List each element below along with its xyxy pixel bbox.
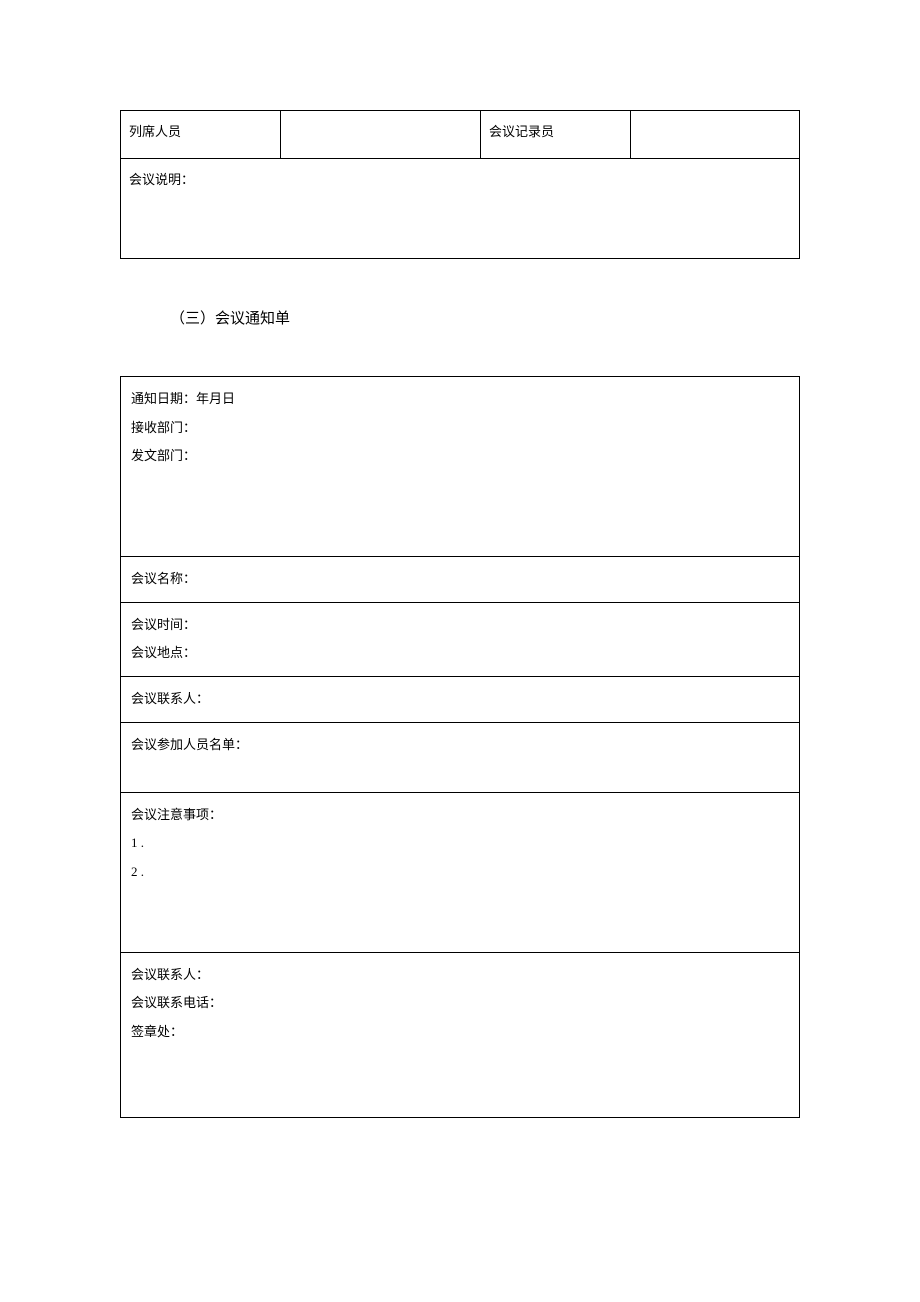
footer-contact-label: 会议联系人： [131,961,789,990]
receiving-dept-label: 接收部门： [131,414,789,443]
meeting-notes-cell: 会议说明： [121,159,800,259]
notes-item-2: 2 . [131,858,789,887]
table-row: 会议联系人： 会议联系电话： 签章处： [121,952,800,1117]
table-row: 会议名称： [121,557,800,603]
attendees-value-cell [281,111,481,159]
section-heading: （三）会议通知单 [170,307,800,328]
attendees-label-cell: 列席人员 [121,111,281,159]
meeting-notice-table: 通知日期：年月日 接收部门： 发文部门： 会议名称： 会议时间： 会议地点： 会… [120,376,800,1118]
notice-date-label: 通知日期：年月日 [131,385,789,414]
attendees-list-cell: 会议参加人员名单： [121,722,800,792]
contact-person-cell: 会议联系人： [121,676,800,722]
table-row: 会议参加人员名单： [121,722,800,792]
document-page: 列席人员 会议记录员 会议说明： （三）会议通知单 通知日期：年月日 接收部门：… [0,0,920,1118]
table-row: 会议联系人： [121,676,800,722]
notes-item-1: 1 . [131,829,789,858]
footer-cell: 会议联系人： 会议联系电话： 签章处： [121,952,800,1117]
recorder-value-cell [631,111,800,159]
footer-phone-label: 会议联系电话： [131,989,789,1018]
table-row: 会议注意事项： 1 . 2 . [121,792,800,952]
meeting-notes-cell: 会议注意事项： 1 . 2 . [121,792,800,952]
notice-header-cell: 通知日期：年月日 接收部门： 发文部门： [121,377,800,557]
time-location-cell: 会议时间： 会议地点： [121,602,800,676]
meeting-info-table: 列席人员 会议记录员 会议说明： [120,110,800,259]
table-row: 会议时间： 会议地点： [121,602,800,676]
footer-signature-label: 签章处： [131,1018,789,1047]
sending-dept-label: 发文部门： [131,442,789,471]
recorder-label-cell: 会议记录员 [481,111,631,159]
meeting-location-label: 会议地点： [131,639,789,668]
notes-header-label: 会议注意事项： [131,801,789,830]
table-row: 通知日期：年月日 接收部门： 发文部门： [121,377,800,557]
table-row: 列席人员 会议记录员 [121,111,800,159]
table-row: 会议说明： [121,159,800,259]
meeting-time-label: 会议时间： [131,611,789,640]
meeting-name-cell: 会议名称： [121,557,800,603]
